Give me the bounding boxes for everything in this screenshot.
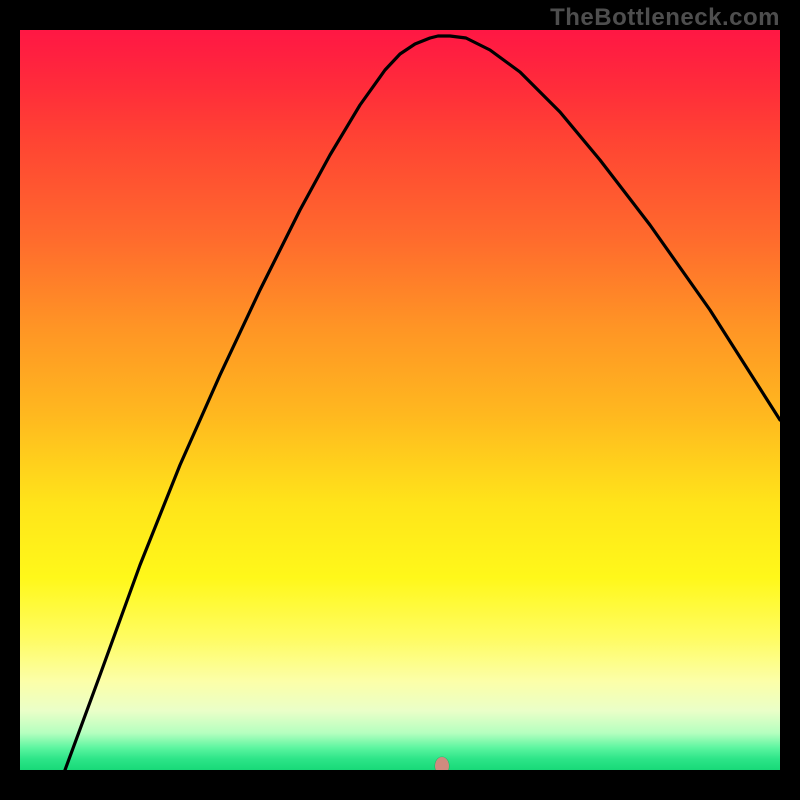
chart-frame: TheBottleneck.com [0, 0, 800, 800]
watermark-text: TheBottleneck.com [550, 4, 780, 32]
bottleneck-curve [20, 30, 780, 770]
plot-area [20, 30, 780, 770]
minimum-marker-icon [435, 757, 449, 770]
